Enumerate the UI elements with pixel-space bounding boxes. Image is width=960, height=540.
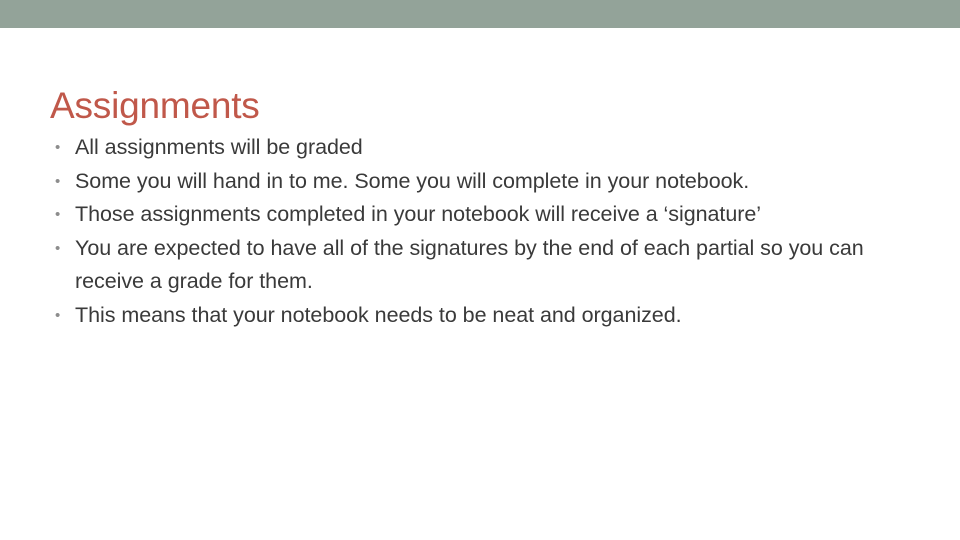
bullet-dot-icon: • [55,206,61,223]
bullet-dot-icon: • [55,239,61,257]
bullet-list: • All assignments will be graded • Some … [52,131,892,332]
slide-canvas: Assignments • All assignments will be gr… [0,0,960,540]
list-item-label: Those assignments completed in your note… [75,202,762,226]
list-item: • You are expected to have all of the si… [52,232,892,299]
bullet-dot-icon: • [55,172,61,190]
list-item-label: All assignments will be graded [75,135,363,159]
list-item: • Those assignments completed in your no… [52,198,892,232]
list-item: • This means that your notebook needs to… [52,299,892,333]
list-item: • All assignments will be graded [52,131,892,165]
list-item: • Some you will hand in to me. Some you … [52,165,892,199]
top-banner-decoration [0,0,960,28]
list-item-label: You are expected to have all of the sign… [75,235,864,294]
list-item-label: Some you will hand in to me. Some you wi… [75,168,750,193]
list-item-label: This means that your notebook needs to b… [75,302,682,327]
page-title: Assignments [50,84,260,126]
bullet-dot-icon: • [55,306,61,324]
bullet-dot-icon: • [55,139,61,156]
